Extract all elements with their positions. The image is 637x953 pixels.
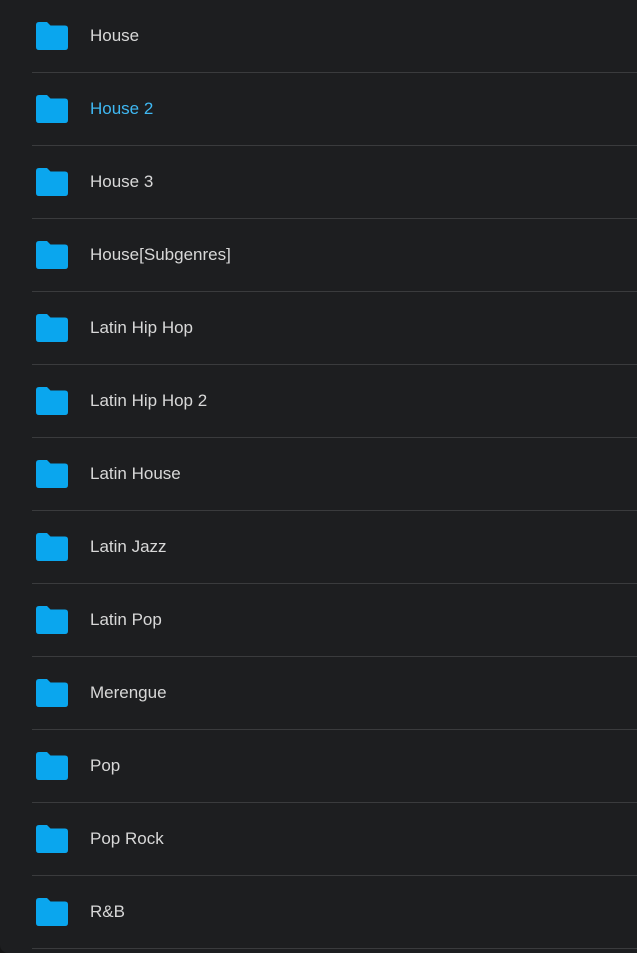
folder-item[interactable]: House [32, 0, 637, 73]
folder-label: House [90, 26, 140, 45]
folder-item[interactable]: Latin Jazz [32, 511, 637, 584]
folder-label: Latin Jazz [90, 537, 167, 556]
folder-item[interactable]: House[Subgenres] [32, 219, 637, 292]
folder-item[interactable]: R&B [32, 876, 637, 949]
folder-label: Pop Rock [90, 829, 164, 848]
folder-icon [34, 94, 70, 124]
folder-icon [34, 386, 70, 416]
folder-label: House 2 [90, 99, 154, 118]
folder-icon [34, 605, 70, 635]
folder-item[interactable]: Merengue [32, 657, 637, 730]
folder-item-selected[interactable]: House 2 [32, 73, 637, 146]
folder-label: Latin Hip Hop [90, 318, 194, 337]
folder-icon [34, 167, 70, 197]
folder-icon [34, 751, 70, 781]
folder-list: House House 2 House 3 House[Subgenres] L… [32, 0, 637, 949]
folder-icon [34, 240, 70, 270]
folder-item[interactable]: Latin Pop [32, 584, 637, 657]
folder-icon [34, 532, 70, 562]
folder-icon [34, 459, 70, 489]
folder-icon [34, 313, 70, 343]
folder-item[interactable]: Pop Rock [32, 803, 637, 876]
folder-icon [34, 678, 70, 708]
folder-item[interactable]: Pop [32, 730, 637, 803]
folder-label: House[Subgenres] [90, 245, 231, 264]
folder-label: House 3 [90, 172, 154, 191]
folder-list-panel: House House 2 House 3 House[Subgenres] L… [0, 0, 637, 953]
folder-icon [34, 21, 70, 51]
folder-label: Pop [90, 756, 121, 775]
folder-label: R&B [90, 902, 125, 921]
folder-label: Latin Hip Hop 2 [90, 391, 208, 410]
folder-label: Latin Pop [90, 610, 162, 629]
folder-item[interactable]: House 3 [32, 146, 637, 219]
folder-item[interactable]: Latin House [32, 438, 637, 511]
folder-item[interactable]: Latin Hip Hop [32, 292, 637, 365]
folder-icon [34, 897, 70, 927]
folder-item[interactable]: Latin Hip Hop 2 [32, 365, 637, 438]
folder-label: Latin House [90, 464, 181, 483]
folder-label: Merengue [90, 683, 167, 702]
folder-icon [34, 824, 70, 854]
